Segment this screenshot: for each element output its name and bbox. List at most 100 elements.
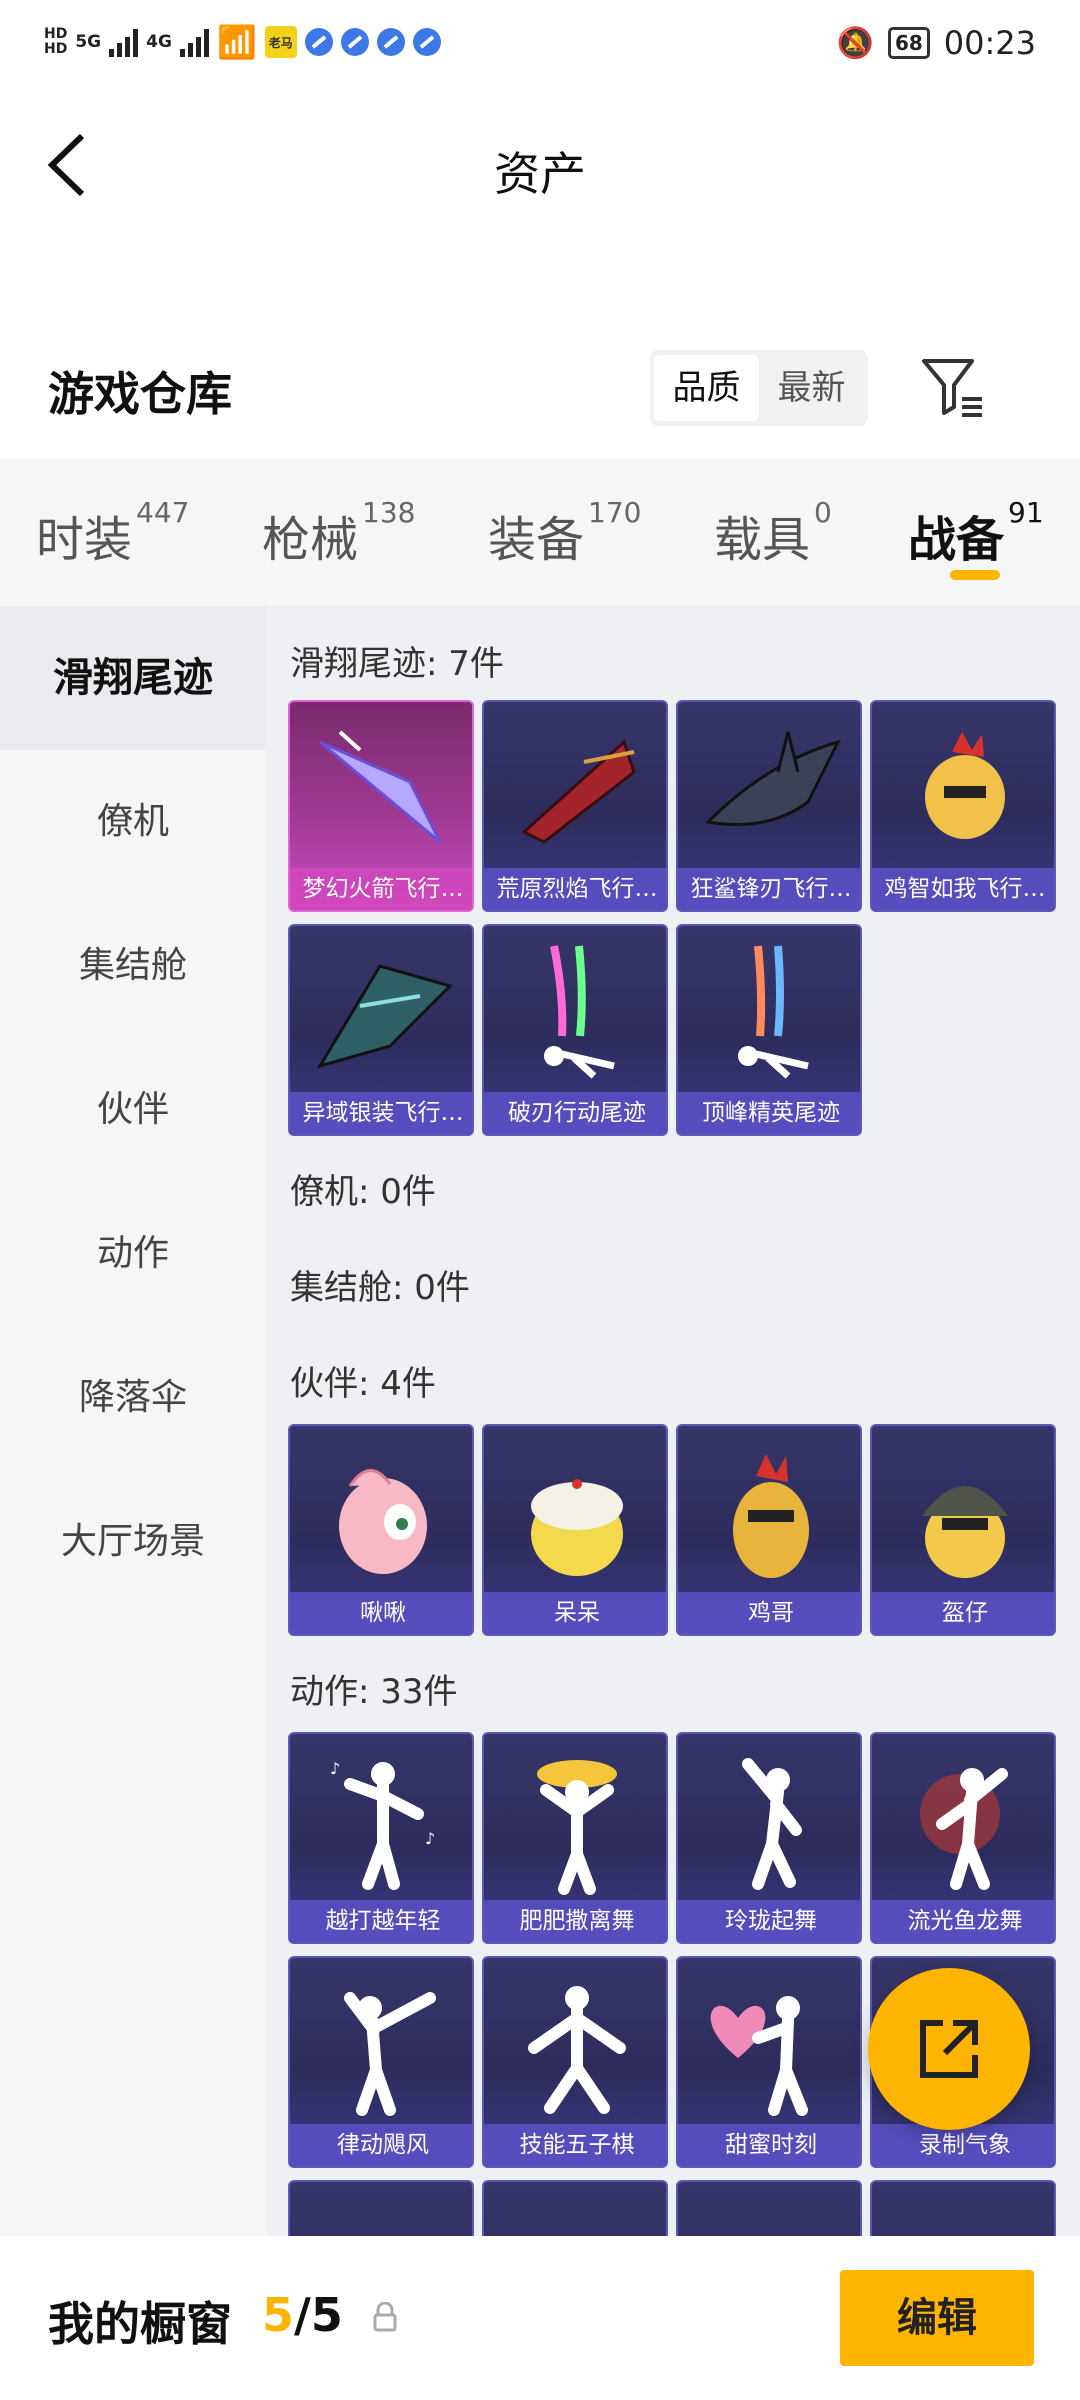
shark-glider-icon [704,731,841,826]
item-name: 破刃行动尾迹 [484,1092,666,1134]
item-card[interactable]: 技能五子棋 [482,1956,668,2168]
item-name: 越打越年轻 [290,1900,472,1942]
item-name: 技能五子棋 [484,2124,666,2166]
sidenav-item-emote[interactable]: 动作 [0,1182,266,1326]
item-card[interactable] [288,2180,474,2236]
tab-combat-gear[interactable]: 战备 91 [908,496,1044,570]
edit-button[interactable]: 编辑 [840,2270,1034,2366]
category-tabs: 时装 447 枪械 138 装备 170 载具 0 战备 91 [0,458,1080,606]
app-notification-icon [376,28,405,56]
glider-icon [319,730,442,844]
item-name: 鸡哥 [678,1592,860,1634]
showcase-label: 我的橱窗 [48,2297,232,2351]
skydiver-trail-icon [544,945,615,1079]
sidenav-item-parachute[interactable]: 降落伞 [0,1326,266,1470]
item-name: 录制气象 [872,2124,1054,2166]
app-notification-icon [412,28,441,56]
item-card[interactable]: 啾啾 [288,1424,474,1636]
skydiver-trail-icon [738,945,809,1079]
status-bar: HD HD 5G 4G 📶 老马 🔕 68 00:23 [0,0,1080,100]
sort-newest-button[interactable]: 最新 [759,355,864,421]
item-name: 玲珑起舞 [678,1900,860,1942]
item-card[interactable]: 梦幻火箭飞行… [288,700,474,912]
bottom-bar: 我的橱窗 5/5 编辑 [0,2236,1080,2400]
item-name: 梦幻火箭飞行… [290,868,472,910]
glider-icon [316,964,453,1069]
sidenav-item-capsule[interactable]: 集结舱 [0,894,266,1038]
warehouse-title: 游戏仓库 [48,367,232,421]
app-notification-icon [304,28,333,56]
item-card[interactable]: 狂鲨锋刃飞行… [676,700,862,912]
item-card[interactable]: 鸡哥 [676,1424,862,1636]
item-name: 呆呆 [484,1592,666,1634]
svg-text:♪: ♪ [425,1829,435,1848]
pink-chick-icon [339,1469,427,1574]
mute-bell-icon: 🔕 [836,25,874,61]
item-card[interactable] [676,2180,862,2236]
item-name: 鸡智如我飞行… [872,868,1054,910]
item-card[interactable]: 律动飓风 [288,1956,474,2168]
tab-equipment[interactable]: 装备 170 [488,496,641,570]
wifi-icon: 📶 [216,23,257,61]
item-card[interactable]: 鸡智如我飞行… [870,700,1056,912]
dancer-silhouette-icon [344,1992,436,2116]
dancer-silhouette-icon [742,1758,802,1890]
tab-weapons[interactable]: 枪械 138 [262,496,415,570]
chicken-glider-icon [925,732,1005,839]
active-tab-indicator [950,570,1000,580]
sidenav-item-lobby-scene[interactable]: 大厅场景 [0,1470,266,1614]
item-name: 甜蜜时刻 [678,2124,860,2166]
item-card[interactable] [870,2180,1056,2236]
item-card[interactable]: 异域银装飞行… [288,924,474,1136]
app-notification-icon [340,28,369,56]
item-card[interactable]: 甜蜜时刻 [676,1956,862,2168]
item-card[interactable]: 破刃行动尾迹 [482,924,668,1136]
sort-toggle: 品质 最新 [650,350,868,426]
item-card[interactable]: 玲珑起舞 [676,1732,862,1944]
item-name: 肥肥撒离舞 [484,1900,666,1942]
dancer-silhouette-icon [920,1768,1008,1890]
dancer-silhouette-icon [528,1986,626,2114]
network-5g-label: 5G [75,32,102,52]
rooster-icon [733,1454,809,1578]
clock: 00:23 [943,24,1036,62]
tab-fashion[interactable]: 时装 447 [36,496,189,570]
sidenav-item-partner[interactable]: 伙伴 [0,1038,266,1182]
item-card[interactable]: ♪ ♪ 越打越年轻 [288,1732,474,1944]
item-card[interactable]: 肥肥撒离舞 [482,1732,668,1944]
item-card[interactable]: 流光鱼龙舞 [870,1732,1056,1944]
dancer-silhouette-icon [537,1760,617,1895]
page-title: 资产 [494,147,586,201]
share-button[interactable] [868,1968,1030,2130]
lock-icon [373,2302,397,2332]
sort-quality-button[interactable]: 品质 [654,355,759,421]
group-title-emote: 动作: 33件 [290,1672,458,1712]
group-title-capsule: 集结舱: 0件 [290,1268,470,1308]
hd-indicator: HD HD [44,26,68,57]
dancer-silhouette-icon: ♪♪ [330,1759,435,1890]
sidenav-item-glide-trail[interactable]: 滑翔尾迹 [0,606,266,750]
filter-icon[interactable] [920,355,986,421]
item-card[interactable]: 呆呆 [482,1424,668,1636]
item-name: 盔仔 [872,1592,1054,1634]
item-name: 啾啾 [290,1592,472,1634]
item-card[interactable]: 顶峰精英尾迹 [676,924,862,1136]
showcase-count: 5/5 [262,2288,343,2342]
item-name: 流光鱼龙舞 [872,1900,1054,1942]
helmet-chick-icon [922,1486,1008,1578]
share-icon [920,2020,978,2078]
item-name: 荒原烈焰飞行… [484,868,666,910]
yellow-chick-icon [531,1479,623,1576]
item-card[interactable] [482,2180,668,2236]
item-name: 狂鲨锋刃飞行… [678,868,860,910]
group-title-partner: 伙伴: 4件 [290,1364,436,1404]
glider-icon [521,739,636,844]
item-card[interactable]: 盔仔 [870,1424,1056,1636]
signal-icon [179,27,209,57]
battery-icon: 68 [887,27,930,59]
app-notification-icon: 老马 [264,26,297,58]
tab-vehicles[interactable]: 载具 0 [714,496,832,570]
sidenav-item-wingman[interactable]: 僚机 [0,750,266,894]
item-card[interactable]: 荒原烈焰飞行… [482,700,668,912]
svg-text:♪: ♪ [330,1759,340,1778]
